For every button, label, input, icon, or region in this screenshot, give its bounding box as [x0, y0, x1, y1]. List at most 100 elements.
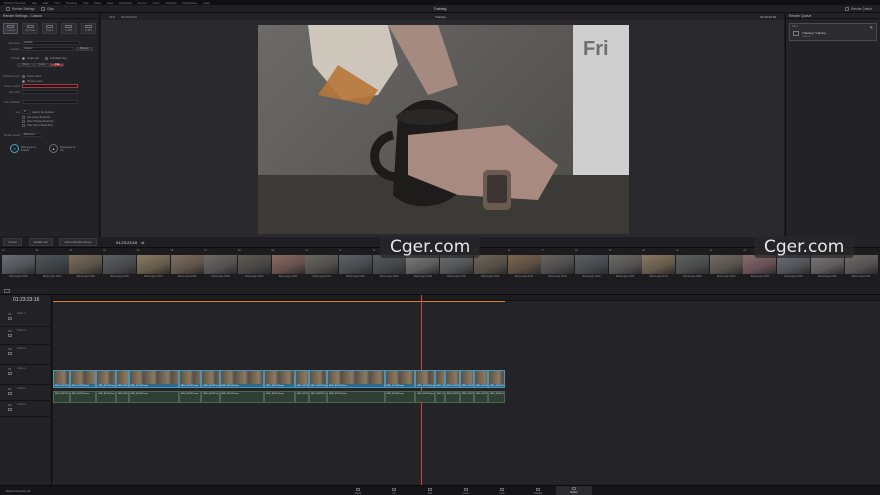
audio-clip[interactable]: BMD_B03781.braw	[178, 391, 202, 403]
render-settings-toggle[interactable]: Render Settings	[6, 6, 35, 11]
clip-thumbnail[interactable]: 04 Blackmagic RAW	[103, 249, 137, 280]
video-clip[interactable]: BMD_B03781.braw	[178, 370, 202, 388]
clip-thumbnail[interactable]: 07 Blackmagic RAW	[204, 249, 238, 280]
preset-h-264[interactable]: H.264	[61, 23, 77, 34]
digits-field[interactable]: 8	[22, 110, 30, 114]
video-clip[interactable]: BMD_B03781.braw	[488, 370, 505, 388]
unique-filenames-checkbox[interactable]	[22, 115, 25, 119]
location-field[interactable]: /Users/...	[22, 47, 74, 51]
menu-item[interactable]: Color	[153, 1, 160, 5]
preset-youtube[interactable]: YouTube	[22, 23, 38, 34]
track-header-v4[interactable]: V4 Video 4	[0, 310, 52, 327]
timeline-name-radio[interactable]	[22, 79, 25, 83]
video-clip[interactable]: BMD_B03781.braw	[53, 370, 70, 388]
video-clip[interactable]: BMD_B03781.braw	[115, 370, 129, 388]
timeline-view-icon[interactable]	[4, 288, 10, 293]
clip-thumbnail[interactable]: 13Blackmagic RAW	[406, 249, 440, 280]
audio-clip[interactable]: BMD_B03781.braw	[460, 391, 475, 403]
menu-item[interactable]: Fairlight	[166, 1, 177, 5]
page-fairlight[interactable]: Fairlight	[520, 486, 556, 495]
stick-timeline-option[interactable]: ⟲ Stick queue to timeline	[10, 144, 39, 153]
clip-thumbnail[interactable]: 05 Blackmagic RAW	[136, 249, 170, 280]
page-media[interactable]: Media	[340, 486, 376, 495]
clip-thumbnail[interactable]: 17 Blackmagic RAW	[541, 249, 575, 280]
clip-thumbnail[interactable]: 18 Blackmagic RAW	[574, 249, 608, 280]
browse-button[interactable]: Browse	[76, 47, 93, 51]
page-color[interactable]: Color	[484, 486, 520, 495]
track-header-v1[interactable]: V1 Video 1	[0, 365, 52, 385]
video-clip[interactable]: BMD_B03781.braw	[444, 370, 461, 388]
clip-thumbnail[interactable]: 10 Blackmagic RAW	[305, 249, 339, 280]
stick-clip-option[interactable]: ▲ Stick queue to clip	[49, 144, 78, 153]
menu-item[interactable]: Clip	[83, 1, 88, 5]
render-speed-select[interactable]: Maximum	[22, 133, 42, 137]
video-clip[interactable]: BMD_B03781.braw	[415, 370, 436, 388]
clip-thumbnail[interactable]: 25Blackmagic RAW	[810, 249, 844, 280]
video-clip[interactable]: BMD_B03781.braw	[96, 370, 116, 388]
clip-thumbnail[interactable]: 19 Blackmagic RAW	[608, 249, 642, 280]
audio-clip[interactable]: BMD_B03781.braw	[415, 391, 436, 403]
clip-thumbnail[interactable]: 26Blackmagic RAW	[844, 249, 878, 280]
cancel-button[interactable]: Cancel	[3, 237, 22, 246]
preset-h-265[interactable]: H.265	[80, 23, 97, 34]
video-clip[interactable]: BMD_B03781.braw	[295, 370, 310, 388]
edit-job-icon[interactable]: ✎	[870, 25, 873, 30]
audio-clip[interactable]: BMD_B03781.braw	[264, 391, 296, 403]
menu-item[interactable]: Playback	[119, 1, 131, 5]
audio-clip[interactable]: BMD_B03781.braw	[488, 391, 505, 403]
filename-field[interactable]: untitled	[22, 41, 80, 45]
audio-clip[interactable]: BMD_B03781.braw	[384, 391, 416, 403]
audio-clip[interactable]: BMD_B03781.braw	[115, 391, 129, 403]
clip-thumbnail[interactable]: 24Blackmagic RAW	[777, 249, 811, 280]
menu-item[interactable]: Edit	[43, 1, 48, 5]
menu-item[interactable]: DaVinci Resolve	[4, 1, 26, 5]
menu-item[interactable]: Timeline	[66, 1, 77, 5]
clip-thumbnail[interactable]: 16 Blackmagic RAW	[507, 249, 541, 280]
clip-thumbnail[interactable]: 09 Blackmagic RAW	[271, 249, 305, 280]
track-header-a2[interactable]: A2 Audio 2	[0, 401, 52, 417]
menu-item[interactable]: Trim	[54, 1, 60, 5]
clip-thumbnail[interactable]: 15Blackmagic RAW	[473, 249, 507, 280]
single-clip-radio[interactable]	[22, 56, 25, 60]
custom-name-field[interactable]	[22, 84, 78, 88]
clip-thumbnail[interactable]: 23 Blackmagic RAW	[743, 249, 777, 280]
clip-thumbnail[interactable]: 08 Blackmagic RAW	[237, 249, 271, 280]
add-to-queue-button[interactable]: Add to Render Queue	[59, 237, 97, 246]
clip-thumbnail[interactable]: 12 Blackmagic RAW	[372, 249, 406, 280]
menu-item[interactable]: Workspace	[182, 1, 197, 5]
page-edit[interactable]: Edit	[412, 486, 448, 495]
menu-item[interactable]: File	[32, 1, 37, 5]
track-header-v3[interactable]: V3 Video 3	[0, 327, 52, 345]
audio-clip[interactable]: BMD_B03781.braw	[219, 391, 265, 403]
audio-clip[interactable]: BMD_B03781.braw	[201, 391, 220, 403]
page-fusion[interactable]: Fusion	[448, 486, 484, 495]
page-cut[interactable]: Cut	[376, 486, 412, 495]
zoom-level[interactable]: 51%	[109, 15, 115, 19]
video-clip[interactable]: BMD_B03781.braw	[327, 370, 385, 388]
track-header-a1[interactable]: A1 Audio 1	[0, 385, 52, 401]
video-clip[interactable]: BMD_B03781.braw	[69, 370, 97, 388]
clip-thumbnail[interactable]: 01 Blackmagic RAW	[2, 249, 35, 280]
clip-thumbnail[interactable]: 21 Blackmagic RAW	[676, 249, 709, 280]
menu-item[interactable]: View	[107, 1, 113, 5]
timeline-area[interactable]: BMD_B03781.brawBMD_B03781.brawBMD_B03781…	[53, 295, 880, 485]
video-clip[interactable]: BMD_B03781.braw	[201, 370, 220, 388]
file-suffix-field[interactable]	[22, 90, 78, 94]
video-clip[interactable]: BMD_B03781.braw	[474, 370, 489, 388]
tab-video[interactable]: Video	[17, 63, 34, 67]
preset-vimeo[interactable]: Vimeo	[41, 23, 58, 34]
hide-clips-checkbox[interactable]	[22, 123, 25, 127]
tab-file[interactable]: File	[50, 63, 65, 67]
source-name-radio[interactable]	[22, 74, 25, 78]
clip-thumbnail[interactable]: 03 Blackmagic RAW	[69, 249, 103, 280]
video-clip[interactable]: BMD_B03781.braw	[435, 370, 445, 388]
tab-audio[interactable]: Audio	[33, 63, 51, 67]
loop-icon[interactable]: ⇄	[141, 240, 144, 245]
save-timeline-checkbox[interactable]	[22, 119, 25, 123]
audio-clip[interactable]: BMD_B03781.braw	[444, 391, 461, 403]
clip-thumbnail[interactable]: 20 Blackmagic RAW	[642, 249, 676, 280]
video-clip[interactable]: BMD_B03781.braw	[264, 370, 296, 388]
audio-clip[interactable]: BMD_B03781.braw	[435, 391, 445, 403]
preset-custom[interactable]: Custom	[3, 23, 19, 34]
menu-item[interactable]: Help	[203, 1, 209, 5]
